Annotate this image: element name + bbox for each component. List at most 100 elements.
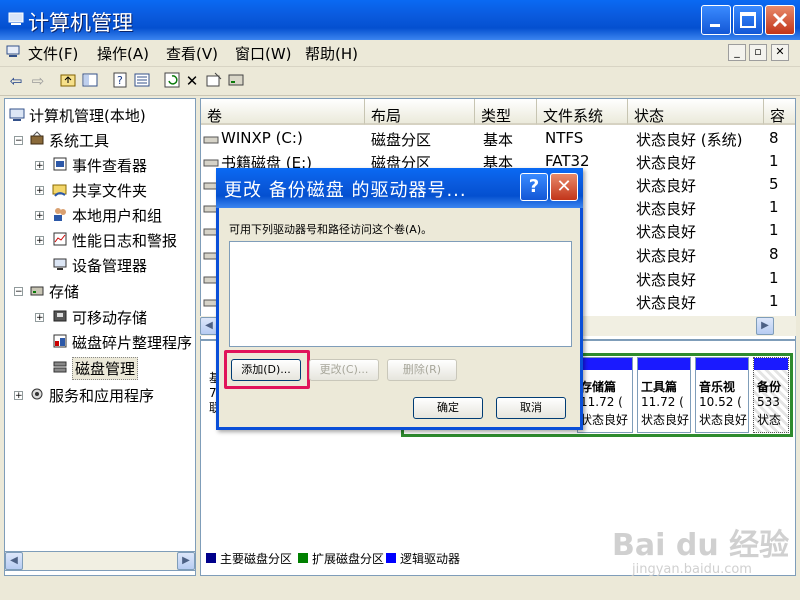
partition-size: 533 bbox=[757, 395, 780, 409]
services-icon bbox=[29, 386, 45, 406]
list-view-icon[interactable] bbox=[132, 71, 152, 91]
rescan-icon[interactable] bbox=[204, 71, 224, 91]
watermark-brand: Bai du 经验 bbox=[612, 528, 790, 563]
cell-capacity: 1 bbox=[769, 292, 779, 310]
properties-icon[interactable]: ? bbox=[110, 71, 130, 91]
expand-icon[interactable]: + bbox=[14, 391, 23, 401]
window-title: 计算机管理 bbox=[28, 11, 133, 35]
scroll-right-icon[interactable]: ▶ bbox=[177, 552, 195, 570]
remove-button[interactable]: 删除(R) bbox=[387, 359, 457, 381]
cell-status: 状态良好 (系统) bbox=[636, 131, 743, 149]
column-header-capacity[interactable]: 容 bbox=[764, 99, 795, 125]
cancel-button[interactable]: 取消 bbox=[496, 397, 566, 419]
collapse-icon[interactable]: − bbox=[14, 136, 23, 146]
column-header-filesystem[interactable]: 文件系统 bbox=[537, 99, 628, 125]
dialog-titlebar: 更改 备份磁盘 的驱动器号... ? ✕ bbox=[216, 168, 583, 208]
dialog-title: 更改 备份磁盘 的驱动器号... bbox=[224, 180, 467, 201]
cell-status: 状态良好 bbox=[636, 200, 697, 218]
change-button[interactable]: 更改(C)... bbox=[309, 359, 379, 381]
partition-name: 音乐视 bbox=[699, 380, 736, 394]
up-folder-icon[interactable] bbox=[58, 71, 78, 91]
partition-status: 状态良好 bbox=[580, 413, 629, 427]
delete-icon[interactable]: ✕ bbox=[182, 71, 202, 91]
cell-capacity: 1 bbox=[769, 269, 779, 287]
column-header-status[interactable]: 状态 bbox=[628, 99, 764, 125]
menu-window[interactable]: 窗口(W) bbox=[235, 43, 292, 64]
expand-icon[interactable]: + bbox=[35, 236, 44, 246]
help-icon: ? bbox=[528, 176, 540, 197]
partition-name: 备份 bbox=[757, 380, 782, 394]
partition-block-selected[interactable]: 备份 533 状态 bbox=[753, 357, 789, 433]
menu-action[interactable]: 操作(A) bbox=[97, 43, 149, 64]
partition-name: 存储篇 bbox=[580, 380, 617, 394]
tree-label-selected: 磁盘管理 bbox=[72, 357, 139, 380]
minimize-button[interactable] bbox=[701, 5, 731, 35]
partition-color-bar bbox=[578, 358, 632, 370]
partition-block[interactable]: 存储篇 11.72 ( 状态良好 bbox=[577, 357, 633, 433]
menu-view[interactable]: 查看(V) bbox=[166, 43, 218, 64]
tree-label: 可移动存储 bbox=[72, 309, 148, 327]
refresh-icon[interactable] bbox=[162, 71, 182, 91]
storage-icon bbox=[29, 282, 45, 302]
tree-label: 系统工具 bbox=[49, 132, 110, 150]
legend-label: 主要磁盘分区 bbox=[220, 552, 293, 566]
add-button[interactable]: 添加(D)... bbox=[231, 359, 301, 381]
cell-type: 基本 bbox=[483, 131, 514, 149]
partition-color-bar bbox=[638, 358, 690, 370]
table-row[interactable]: WINXP (C:) 磁盘分区 基本 NTFS 状态良好 (系统) 8 bbox=[203, 129, 793, 152]
help-button[interactable]: ? bbox=[520, 173, 548, 201]
expand-icon[interactable]: + bbox=[35, 313, 44, 323]
column-header-type[interactable]: 类型 bbox=[475, 99, 537, 125]
ok-button[interactable]: 确定 bbox=[413, 397, 483, 419]
menu-help[interactable]: 帮助(H) bbox=[305, 43, 358, 64]
scroll-right-icon[interactable]: ▶ bbox=[756, 317, 774, 335]
cell-capacity: 1 bbox=[769, 198, 779, 216]
partition-block[interactable]: 音乐视 10.52 ( 状态良好 bbox=[695, 357, 749, 433]
tree-root-label: 计算机管理(本地) bbox=[29, 107, 146, 125]
tree-label: 共享文件夹 bbox=[72, 182, 148, 200]
collapse-icon[interactable]: − bbox=[14, 287, 23, 297]
expand-icon[interactable]: + bbox=[35, 186, 44, 196]
removable-storage-icon bbox=[52, 308, 68, 328]
column-header-volume[interactable]: 卷 bbox=[201, 99, 365, 125]
cell-capacity: 8 bbox=[769, 129, 779, 147]
maximize-button[interactable] bbox=[733, 5, 763, 35]
menu-file[interactable]: 文件(F) bbox=[28, 43, 78, 64]
column-header-layout[interactable]: 布局 bbox=[365, 99, 475, 125]
cell-volume: WINXP (C:) bbox=[221, 129, 303, 147]
tree-label: 磁盘碎片整理程序 bbox=[72, 334, 193, 352]
cell-layout: 磁盘分区 bbox=[371, 131, 432, 149]
cell-status: 状态良好 bbox=[636, 223, 697, 241]
partition-status: 状态 bbox=[757, 413, 782, 427]
watermark-url: jingyan.baidu.com bbox=[632, 562, 752, 577]
forward-arrow-icon[interactable]: ⇨ bbox=[28, 71, 48, 91]
partition-size: 11.72 ( bbox=[580, 395, 623, 409]
tree-label: 存储 bbox=[49, 283, 80, 301]
partition-block[interactable]: 工具篇 11.72 ( 状态良好 bbox=[637, 357, 691, 433]
disk-icon[interactable] bbox=[226, 71, 246, 91]
cell-capacity: 1 bbox=[769, 152, 779, 170]
scroll-left-icon[interactable]: ◀ bbox=[5, 552, 23, 570]
partition-status: 状态良好 bbox=[699, 413, 748, 427]
tree-horizontal-scrollbar[interactable]: ◀ ▶ bbox=[4, 551, 196, 571]
toolbar: ⇦ ⇨ ? ✕ bbox=[0, 67, 800, 96]
dialog-close-button[interactable]: ✕ bbox=[550, 173, 578, 201]
console-tree: 计算机管理(本地) − 系统工具 + 事件查看器 + 共享文件夹 + 本地用户和… bbox=[4, 98, 196, 576]
mdi-close-button[interactable]: ✕ bbox=[771, 44, 789, 61]
drive-letter-list[interactable] bbox=[229, 241, 572, 347]
mdi-minimize-button[interactable]: _ bbox=[728, 44, 746, 61]
close-button[interactable] bbox=[765, 5, 795, 35]
mdi-restore-button[interactable]: ▫ bbox=[749, 44, 767, 61]
legend-swatch-logical bbox=[386, 553, 396, 563]
cell-status: 状态良好 bbox=[636, 154, 697, 172]
back-arrow-icon[interactable]: ⇦ bbox=[6, 71, 26, 91]
expand-icon[interactable]: + bbox=[35, 161, 44, 171]
shared-folder-icon bbox=[52, 181, 68, 201]
cell-status: 状态良好 bbox=[636, 177, 697, 195]
mmc-doc-icon bbox=[6, 45, 20, 59]
expand-icon[interactable]: + bbox=[35, 211, 44, 221]
dialog-prompt: 可用下列驱动器号和路径访问这个卷(A)。 bbox=[229, 223, 433, 236]
show-hide-tree-icon[interactable] bbox=[80, 71, 100, 91]
cell-filesystem: NTFS bbox=[545, 129, 584, 147]
partition-status: 状态良好 bbox=[641, 413, 690, 427]
